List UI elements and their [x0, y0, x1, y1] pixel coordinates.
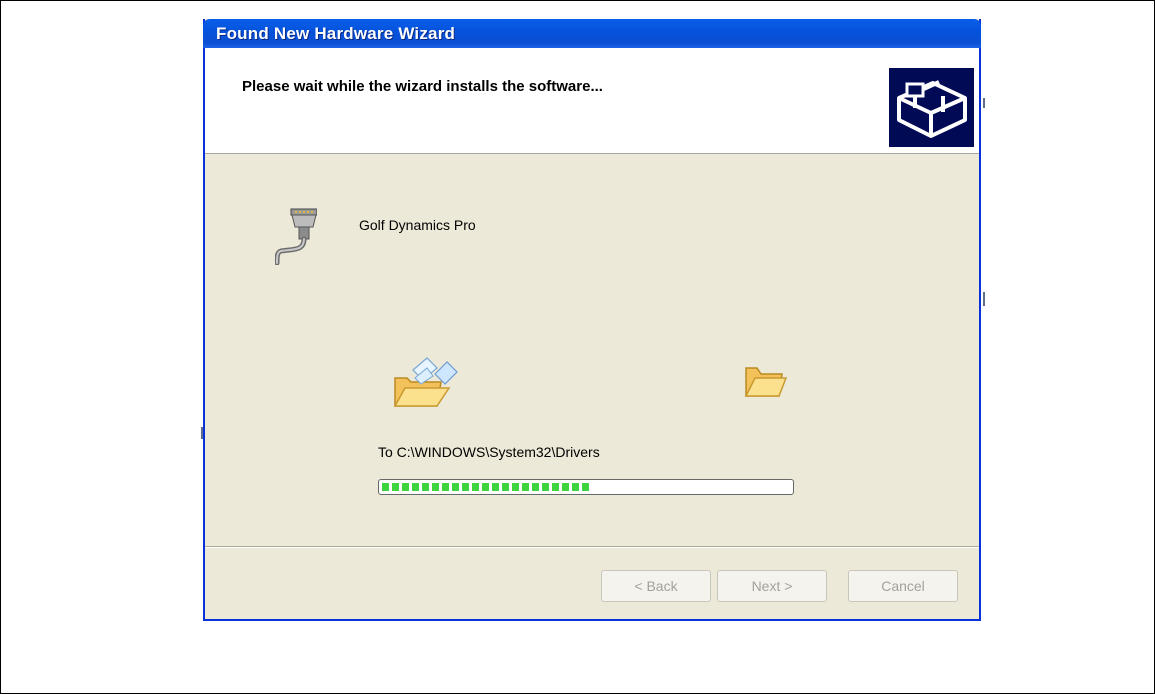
footer-separator [205, 546, 979, 548]
found-new-hardware-dialog: Found New Hardware Wizard Please wait wh… [203, 19, 981, 621]
title-bar[interactable]: Found New Hardware Wizard [203, 19, 981, 48]
hardware-installer-icon [889, 68, 974, 147]
source-folder-icon [391, 352, 461, 412]
open-folder-icon [743, 360, 788, 400]
next-button[interactable]: Next > [717, 570, 827, 602]
header-heading: Please wait while the wizard installs th… [242, 78, 603, 95]
install-progress-bar [378, 479, 794, 495]
serial-connector-icon [274, 207, 318, 266]
back-button[interactable]: < Back [601, 570, 711, 602]
progress-bar-fill [382, 483, 590, 491]
cancel-button[interactable]: Cancel [848, 570, 958, 602]
destination-path-text: To C:\WINDOWS\System32\Drivers [378, 444, 600, 460]
edge-mark [983, 98, 985, 108]
device-name: Golf Dynamics Pro [359, 217, 476, 233]
edge-mark [983, 292, 985, 306]
window-title: Found New Hardware Wizard [216, 24, 456, 43]
wizard-header: Please wait while the wizard installs th… [205, 48, 979, 154]
edge-mark [201, 427, 203, 439]
